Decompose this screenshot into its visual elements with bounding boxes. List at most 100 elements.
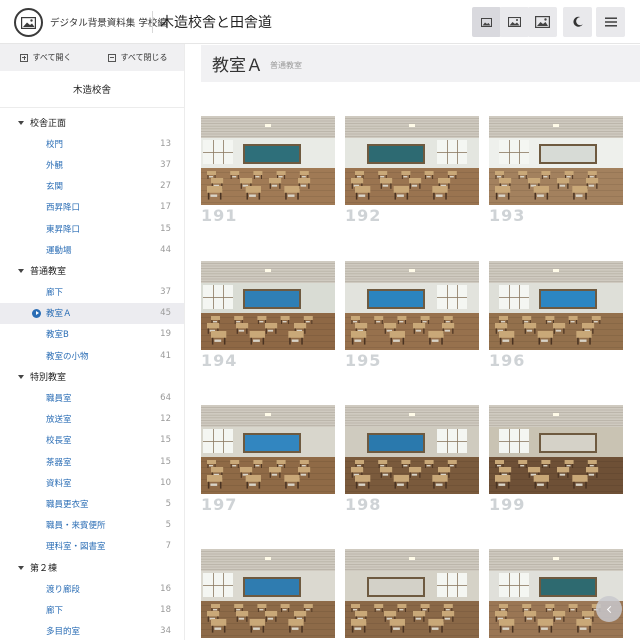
scroll-top-button[interactable] — [596, 596, 622, 622]
classroom-thumbnail[interactable] — [345, 549, 479, 638]
thumbnail-medium-button[interactable] — [500, 7, 529, 37]
sidebar-item[interactable]: 教室Ａ 45 — [0, 302, 184, 324]
expand-all-button[interactable]: すべて開く — [0, 44, 92, 71]
classroom-thumbnail[interactable] — [345, 261, 479, 350]
sidebar-item-count: 41 — [160, 350, 171, 361]
category-label: 校舎正面 — [30, 119, 67, 130]
menu-button[interactable] — [596, 7, 625, 37]
photo-logo-icon — [21, 16, 36, 29]
sidebar-item-count: 18 — [160, 604, 171, 615]
collapse-all-button[interactable]: すべて閉じる — [92, 44, 184, 71]
classroom-thumbnail[interactable] — [489, 549, 623, 638]
classroom-thumbnail[interactable] — [489, 261, 623, 350]
sidebar-item-count: 44 — [160, 244, 171, 255]
sidebar-item-label: 資料室 — [46, 478, 72, 489]
sidebar-item-count: 15 — [160, 456, 171, 467]
category-header[interactable]: 普通教室 — [0, 260, 184, 281]
sidebar-item-label: 廊下 — [46, 288, 64, 299]
dark-mode-button[interactable] — [563, 7, 592, 37]
sidebar-item-label: 理科室・図書室 — [46, 542, 106, 553]
category-label: 特別教室 — [30, 373, 67, 384]
minus-square-icon — [108, 53, 117, 62]
category-label: 第２棟 — [30, 564, 58, 575]
expand-collapse-bar: すべて開く すべて閉じる — [0, 44, 184, 71]
sidebar-item-count: 5 — [165, 520, 171, 531]
classroom-thumbnail[interactable] — [201, 116, 335, 205]
sidebar-item-count: 15 — [160, 435, 171, 446]
plus-square-icon — [20, 53, 29, 62]
sidebar-item[interactable]: 運動場 44 — [0, 239, 184, 260]
page-section-title: 木造校舎と田舎道 — [160, 15, 272, 31]
sidebar-item-count: 12 — [160, 414, 171, 425]
classroom-thumbnail[interactable] — [201, 261, 335, 350]
sidebar-item-count: 34 — [160, 626, 171, 637]
sidebar-item-count: 15 — [160, 223, 171, 234]
sidebar-item[interactable]: 校長室 15 — [0, 430, 184, 451]
category-header[interactable]: 第２棟 — [0, 557, 184, 578]
thumbnail-number: 198 — [345, 495, 382, 514]
thumbnail-number: 195 — [345, 351, 382, 370]
sidebar-item[interactable]: 放送室 12 — [0, 409, 184, 430]
caret-down-icon — [18, 374, 24, 379]
sidebar-item[interactable]: 玄関 27 — [0, 176, 184, 197]
sidebar-item-label: 放送室 — [46, 415, 72, 426]
sidebar-item-label: 東昇降口 — [46, 224, 81, 235]
thumbnail-number: 199 — [489, 495, 526, 514]
sidebar-item[interactable]: 東昇降口 15 — [0, 218, 184, 239]
site-logo[interactable] — [14, 8, 43, 37]
thumbnail-number: 194 — [201, 351, 238, 370]
sidebar-item-count: 13 — [160, 138, 171, 149]
sidebar-item[interactable]: 茶器室 15 — [0, 451, 184, 472]
header-divider — [152, 11, 153, 33]
thumbnail-small-button[interactable] — [472, 7, 501, 37]
sidebar-item[interactable]: 渡り廊段 16 — [0, 578, 184, 599]
classroom-thumbnail[interactable] — [489, 405, 623, 494]
sidebar-item-label: 職員・来賓便所 — [46, 521, 106, 532]
caret-down-icon — [18, 120, 24, 125]
sidebar-item[interactable]: 西昇降口 17 — [0, 197, 184, 218]
sidebar-item-label: 外観 — [46, 160, 64, 171]
sidebar-item-label: 教室の小物 — [46, 351, 89, 362]
sidebar-item[interactable]: 校門 13 — [0, 133, 184, 154]
sidebar-item[interactable]: 職員室 64 — [0, 387, 184, 408]
sidebar-item[interactable]: 多目的室 34 — [0, 621, 184, 640]
thumbnail-number: 197 — [201, 495, 238, 514]
moon-icon — [572, 16, 583, 27]
sidebar-item-count: 37 — [160, 159, 171, 170]
sidebar-item[interactable]: 理科室・図書室 7 — [0, 536, 184, 557]
image-small-icon — [481, 17, 492, 27]
sidebar-item[interactable]: 職員・来賓便所 5 — [0, 515, 184, 536]
thumbnail-number: 191 — [201, 206, 238, 225]
sidebar-item[interactable]: 教室の小物 41 — [0, 345, 184, 366]
classroom-thumbnail[interactable] — [345, 405, 479, 494]
category-header[interactable]: 特別教室 — [0, 366, 184, 387]
classroom-thumbnail[interactable] — [489, 116, 623, 205]
caret-down-icon — [18, 268, 24, 273]
caret-down-icon — [18, 565, 24, 570]
sidebar-item-label: 職員更衣室 — [46, 499, 89, 510]
classroom-thumbnail[interactable] — [201, 405, 335, 494]
sidebar-item[interactable]: 廊下 37 — [0, 282, 184, 303]
page-subtitle: 普通教室 — [270, 61, 302, 70]
sidebar-item-count: 5 — [165, 498, 171, 509]
sidebar-item-count: 17 — [160, 202, 171, 213]
classroom-thumbnail[interactable] — [201, 549, 335, 638]
sidebar-item-count: 16 — [160, 583, 171, 594]
sidebar-item-count: 45 — [160, 308, 171, 319]
sidebar-item[interactable]: 資料室 10 — [0, 472, 184, 493]
category-label: 普通教室 — [30, 267, 67, 278]
image-medium-icon — [508, 17, 521, 27]
collapse-all-label: すべて閉じる — [120, 53, 168, 62]
category-header[interactable]: 校舎正面 — [0, 112, 184, 133]
classroom-thumbnail[interactable] — [345, 116, 479, 205]
sidebar-item[interactable]: 外観 37 — [0, 154, 184, 175]
sidebar-item-count: 19 — [160, 329, 171, 340]
sidebar-item-label: 教室B — [46, 330, 69, 341]
sidebar-item-label: 校門 — [46, 139, 64, 150]
sidebar-item[interactable]: 職員更衣室 5 — [0, 493, 184, 514]
brand-name[interactable]: デジタル背景資料集 学校編 — [50, 15, 167, 29]
sidebar: すべて開く すべて閉じる 木造校舎 校舎正面 校門 13 外観 37 玄関 27 西昇降口 17… — [0, 44, 185, 640]
sidebar-item[interactable]: 廊下 18 — [0, 599, 184, 620]
sidebar-item[interactable]: 教室B 19 — [0, 324, 184, 345]
thumbnail-large-button[interactable] — [528, 7, 557, 37]
